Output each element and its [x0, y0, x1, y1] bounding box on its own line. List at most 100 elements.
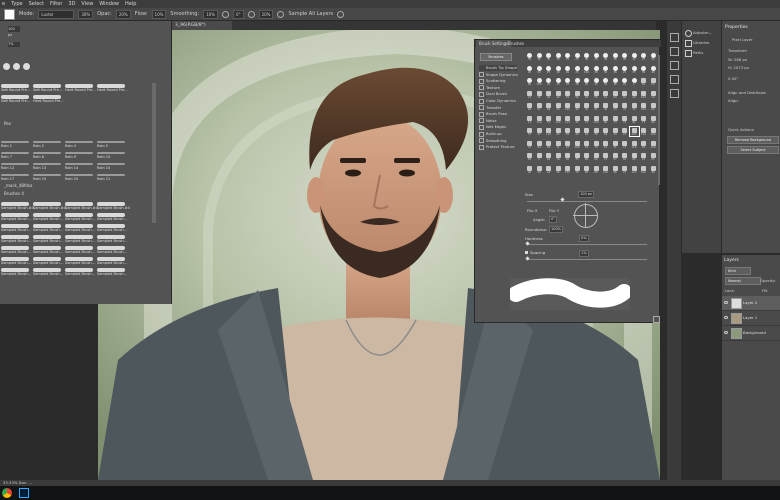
width-value[interactable]: W: 288 px	[728, 57, 747, 62]
brush-preset-item[interactable]: Rain 10	[96, 150, 126, 160]
size-slider[interactable]	[527, 201, 647, 202]
brush-tip[interactable]: 64	[535, 140, 544, 149]
recent-brush-2[interactable]	[13, 63, 20, 70]
brush-tip[interactable]: 124	[639, 127, 648, 136]
brush-preset-item[interactable]: Sampled Brush...	[0, 234, 31, 244]
brush-tip[interactable]: 51	[592, 102, 601, 111]
brush-tip[interactable]: 150	[592, 115, 601, 124]
blend-mode-select[interactable]: Normal	[725, 277, 761, 285]
brush-tip[interactable]: 18	[544, 152, 553, 161]
brush-preset-item[interactable]: Rain 1	[0, 139, 30, 149]
brush-tip[interactable]: 36	[582, 52, 591, 61]
eye-icon[interactable]	[724, 316, 728, 319]
layer-row[interactable]: Layer 1	[722, 311, 780, 326]
brush-tip[interactable]: 119	[535, 115, 544, 124]
brush-tip[interactable]: 57	[525, 127, 534, 136]
brush-tip[interactable]: 70	[592, 140, 601, 149]
brush-tip[interactable]: 50	[535, 65, 544, 74]
clone-icon[interactable]	[670, 61, 679, 70]
option-checkbox[interactable]	[479, 105, 484, 111]
brush-option-item[interactable]: Shape Dynamics	[479, 72, 518, 78]
brush-tip[interactable]: 45	[535, 90, 544, 99]
brush-tip[interactable]: 70	[573, 165, 582, 174]
brush-tip[interactable]: 75	[620, 165, 629, 174]
option-checkbox[interactable]	[479, 144, 484, 150]
brush-preset-item[interactable]: Sampled Brush #4	[96, 201, 130, 211]
brush-tip[interactable]: 73	[611, 115, 620, 124]
brush-tip[interactable]: 116	[630, 140, 639, 149]
spacing-slider[interactable]	[527, 259, 647, 260]
angle-field[interactable]: 0°	[233, 9, 244, 19]
brush-tip[interactable]: 113	[630, 165, 639, 174]
brush-tip[interactable]: 74	[582, 115, 591, 124]
layer-kind-filter[interactable]: Kind	[725, 267, 751, 275]
brush-preset-item[interactable]: Rain 7	[0, 150, 30, 160]
brush-tip[interactable]: 110	[601, 165, 610, 174]
brush-tip[interactable]: 40	[544, 90, 553, 99]
brush-tip[interactable]: 200	[628, 126, 640, 137]
brush-tip[interactable]: 100	[563, 102, 572, 111]
brush-option-item[interactable]: Smoothing	[479, 138, 507, 144]
brush-preset-picker[interactable]	[4, 8, 15, 20]
brush-option-item[interactable]: Color Dynamics	[479, 98, 516, 104]
brush-tip[interactable]: 92	[630, 115, 639, 124]
brush-tip[interactable]: 61	[601, 90, 610, 99]
brush-preset-item[interactable]: Rain 13	[32, 161, 62, 171]
brush-tip[interactable]: 54	[582, 140, 591, 149]
flip-y-checkbox[interactable]: Flip Y	[549, 208, 559, 213]
option-checkbox[interactable]	[479, 78, 484, 84]
brush-tip[interactable]: 73	[620, 140, 629, 149]
size-field[interactable]: 30%	[78, 9, 94, 19]
brush-preset-item[interactable]: Soft Round Pre...	[32, 83, 62, 93]
hardness-value[interactable]: 0%	[579, 235, 589, 242]
brushes-button[interactable]: Brushes	[480, 53, 512, 61]
brush-tip[interactable]: 14	[649, 90, 658, 99]
menu-window[interactable]: Window	[99, 1, 119, 7]
brush-tip[interactable]: 120	[639, 165, 648, 174]
brush-tip[interactable]: 40	[554, 90, 563, 99]
brush-tip[interactable]: 83	[525, 152, 534, 161]
brush-tip[interactable]: 84	[620, 152, 629, 161]
brush-preset-item[interactable]: Rain 21	[96, 172, 126, 182]
brush-option-item[interactable]: Transfer	[479, 105, 501, 111]
brush-preset-item[interactable]: Sampled Brush...	[32, 234, 63, 244]
brush-preset-item[interactable]: Sampled Brush...	[64, 256, 95, 266]
size-value[interactable]: 100 px	[578, 191, 595, 198]
brush-tip[interactable]: 20	[554, 65, 563, 74]
brush-tip[interactable]: 60	[630, 152, 639, 161]
brush-option-item[interactable]: Wet Edges	[479, 124, 506, 130]
brush-tip[interactable]: 40	[649, 65, 658, 74]
brush-preset-item[interactable]: Rain 20	[64, 172, 94, 182]
brush-preset-item[interactable]: Sampled Brush #4	[32, 201, 66, 211]
brush-option-item[interactable]: Scattering	[479, 78, 506, 84]
brush-group-header[interactable]: Pex	[0, 121, 154, 127]
brush-tip[interactable]: 130	[563, 165, 572, 174]
spacing-checkbox[interactable]	[525, 251, 528, 254]
brush-preset-item[interactable]: Sampled Brush...	[32, 256, 63, 266]
brush-tip[interactable]: 73	[639, 115, 648, 124]
brush-tip[interactable]: 45	[573, 127, 582, 136]
brush-tip[interactable]: 42	[582, 77, 591, 86]
pressure-icon[interactable]	[247, 10, 255, 18]
brush-tip[interactable]: 97	[535, 127, 544, 136]
remove-background-button[interactable]: Remove Background	[727, 136, 779, 144]
brush-tip[interactable]: 26	[563, 65, 572, 74]
brush-group-header[interactable]: _mack_48fdsa	[0, 183, 154, 189]
option-checkbox[interactable]	[479, 124, 484, 130]
brush-tip[interactable]: 34	[611, 127, 620, 136]
brush-preset-item[interactable]: Sampled Brush...	[64, 223, 95, 233]
brush-tip[interactable]: 55	[601, 140, 610, 149]
brush-preset-item[interactable]: Sampled Brush...	[64, 234, 95, 244]
brush-tip[interactable]: 50	[563, 152, 572, 161]
create-brush-icon[interactable]	[653, 316, 660, 323]
brush-option-item[interactable]: Brush Tip Shape	[479, 65, 517, 71]
brush-tip[interactable]: 25	[639, 52, 648, 61]
brush-preset-item[interactable]: Sampled Brush...	[96, 267, 127, 277]
brush-tip[interactable]: 30	[535, 52, 544, 61]
brush-tip[interactable]: 37	[525, 140, 534, 149]
brush-tip[interactable]: 63	[563, 140, 572, 149]
brush-tip[interactable]: 20	[544, 77, 553, 86]
brush-tip[interactable]: 65	[649, 152, 658, 161]
brush-tip[interactable]: 80	[582, 152, 591, 161]
brush-tip[interactable]: 50	[592, 77, 601, 86]
